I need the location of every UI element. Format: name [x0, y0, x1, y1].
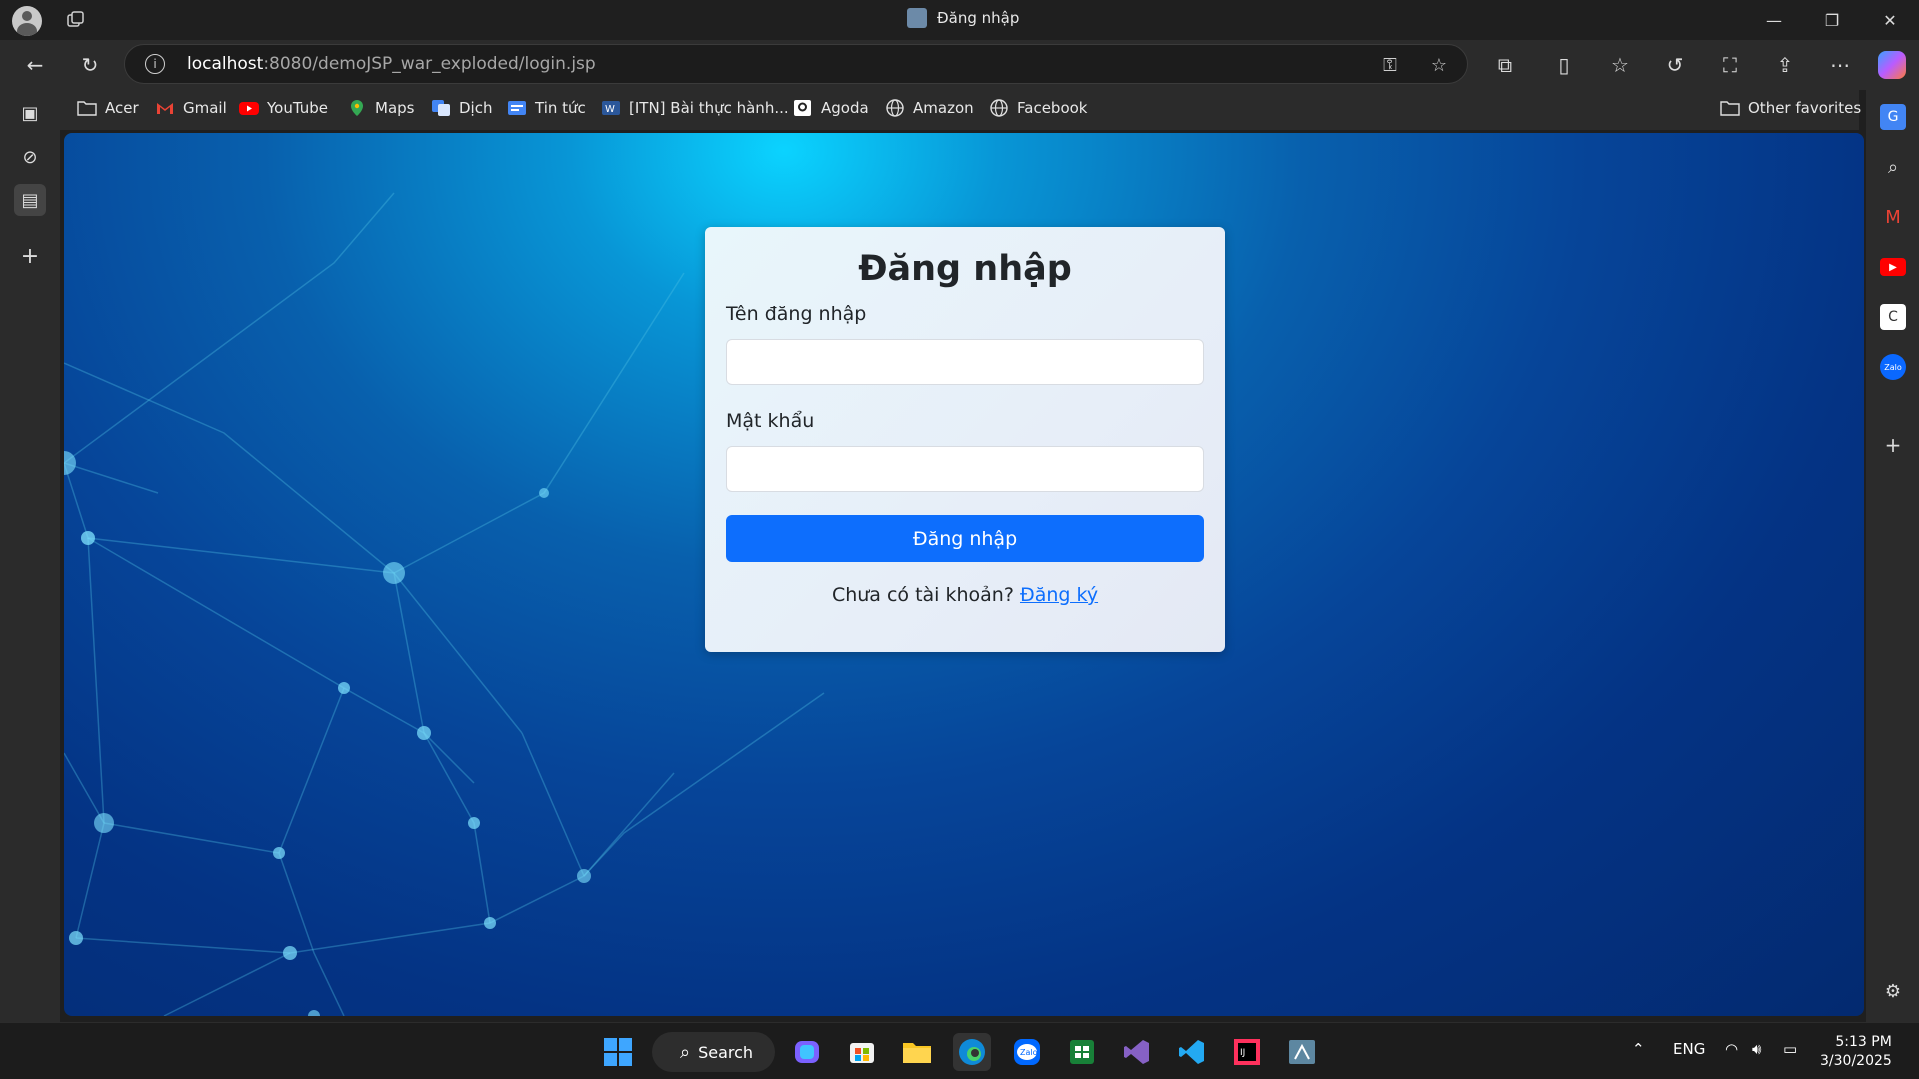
agoda-icon	[794, 100, 811, 116]
word-icon: W	[602, 101, 620, 115]
youtube-icon	[239, 102, 259, 115]
settings-gear-icon[interactable]: ⚙	[1880, 978, 1906, 1004]
favorite-news[interactable]: Tin tức	[507, 99, 586, 117]
folder-icon	[1720, 101, 1740, 116]
favorite-itn-practice[interactable]: W [ITN] Bài thực hành...	[601, 99, 789, 117]
favorite-maps[interactable]: Maps	[347, 99, 414, 117]
address-bar[interactable]: i localhost:8080/demoJSP_war_exploded/lo…	[124, 44, 1468, 84]
mysql-workbench-icon[interactable]	[1283, 1033, 1321, 1071]
copilot-icon[interactable]	[1878, 51, 1906, 79]
battery-icon[interactable]: ▭	[1783, 1040, 1797, 1058]
new-tab-icon[interactable]: +	[14, 240, 46, 272]
favorite-translate[interactable]: Dịch	[431, 99, 492, 117]
vertical-tab-icon[interactable]: ⊘	[14, 141, 46, 173]
wifi-icon[interactable]: ◠	[1725, 1040, 1738, 1058]
favorites-icon[interactable]: ☆	[1605, 50, 1635, 80]
folder-icon	[77, 101, 97, 116]
tab-title: Đăng nhập	[937, 9, 1020, 27]
volume-icon[interactable]: 🔊︎	[1752, 1040, 1761, 1058]
profile-avatar-icon[interactable]	[12, 6, 42, 36]
other-favorites[interactable]: Other favorites	[1720, 99, 1861, 117]
taskbar: ⌕ Search Zalo IJ ⌃ ENG ◠ 🔊︎ ▭ 5:13 PM 3/…	[0, 1022, 1919, 1079]
active-tab[interactable]: Đăng nhập	[907, 8, 1019, 28]
clock-time: 5:13 PM	[1835, 1034, 1892, 1050]
signup-link[interactable]: Đăng ký	[1020, 584, 1098, 606]
share-icon[interactable]: ⇪	[1770, 50, 1800, 80]
maps-icon	[351, 100, 363, 116]
globe-icon	[886, 99, 904, 117]
favorites-bar: Acer Gmail YouTube Maps Dịch Tin tức W […	[60, 90, 1861, 130]
favorite-youtube[interactable]: YouTube	[239, 99, 328, 117]
favorite-agoda[interactable]: Agoda	[793, 99, 869, 117]
favorite-amazon[interactable]: Amazon	[885, 99, 974, 117]
favorite-gmail[interactable]: Gmail	[155, 99, 227, 117]
add-sidebar-app-icon[interactable]: +	[1880, 432, 1906, 458]
username-label: Tên đăng nhập	[726, 303, 867, 325]
url-text[interactable]: localhost:8080/demoJSP_war_exploded/logi…	[187, 54, 596, 74]
restore-button[interactable]: ❐	[1803, 0, 1861, 40]
system-clock[interactable]: 5:13 PM 3/30/2025	[1820, 1033, 1892, 1071]
tab-favicon-icon	[907, 8, 927, 28]
signup-prompt: Chưa có tài khoản? Đăng ký	[705, 584, 1225, 606]
language-indicator[interactable]: ENG	[1673, 1040, 1705, 1058]
extensions-icon[interactable]: ⧉	[1490, 50, 1520, 80]
news-icon	[508, 101, 526, 115]
password-input[interactable]	[726, 446, 1204, 492]
refresh-icon[interactable]: ↻	[75, 50, 105, 80]
favorite-facebook[interactable]: Facebook	[989, 99, 1087, 117]
title-bar: Đăng nhập — ❐ ✕	[0, 0, 1919, 40]
tab-actions-icon[interactable]: ▣	[14, 97, 46, 129]
show-hidden-icons-icon[interactable]: ⌃	[1632, 1040, 1645, 1058]
password-key-icon[interactable]: ⚿	[1378, 53, 1402, 77]
navigation-bar: ← ↻ i localhost:8080/demoJSP_war_explode…	[0, 40, 1919, 90]
login-submit-button[interactable]: Đăng nhập	[726, 515, 1204, 562]
login-title: Đăng nhập	[858, 249, 1072, 289]
translate-icon[interactable]: G	[1880, 104, 1906, 130]
taskbar-search-label: Search	[698, 1042, 754, 1062]
workspaces-icon[interactable]	[66, 10, 86, 30]
zalo-app-icon[interactable]: Zalo	[1008, 1033, 1046, 1071]
gmail-icon[interactable]: M	[1880, 204, 1906, 230]
globe-icon	[990, 99, 1008, 117]
history-icon[interactable]: ↺	[1660, 50, 1690, 80]
username-input[interactable]	[726, 339, 1204, 385]
google-sheets-icon[interactable]	[1063, 1033, 1101, 1071]
active-tab-icon[interactable]: ▤	[14, 184, 46, 216]
svg-text:IJ: IJ	[1240, 1048, 1245, 1058]
back-icon[interactable]: ←	[20, 50, 50, 80]
favorite-acer[interactable]: Acer	[77, 99, 139, 117]
svg-text:W: W	[605, 104, 615, 115]
svg-text:Zalo: Zalo	[1020, 1048, 1038, 1057]
close-button[interactable]: ✕	[1861, 0, 1919, 40]
file-explorer-icon[interactable]	[898, 1033, 936, 1071]
search-icon[interactable]: ⌕	[1880, 154, 1906, 180]
cmd-icon[interactable]: C	[1880, 304, 1906, 330]
gmail-icon	[157, 103, 173, 114]
taskbar-search[interactable]: ⌕ Search	[652, 1032, 775, 1072]
login-card: Đăng nhập Tên đăng nhập Mật khẩu Đăng nh…	[705, 227, 1225, 652]
zalo-icon[interactable]: Zalo	[1880, 354, 1906, 380]
signup-question: Chưa có tài khoản?	[831, 584, 1014, 606]
microsoft-store-icon[interactable]	[843, 1033, 881, 1071]
translate-icon	[432, 100, 450, 116]
split-screen-icon[interactable]: ▯	[1549, 50, 1579, 80]
windows-start-icon[interactable]	[599, 1033, 637, 1071]
minimize-button[interactable]: —	[1745, 0, 1803, 40]
password-label: Mật khẩu	[726, 410, 815, 432]
screenshot-icon[interactable]: ⛶	[1715, 50, 1745, 80]
visual-studio-icon[interactable]	[1118, 1033, 1156, 1071]
edge-browser-icon[interactable]	[953, 1033, 991, 1071]
copilot-app-icon[interactable]	[788, 1033, 826, 1071]
youtube-icon[interactable]: ▶	[1880, 258, 1906, 276]
site-info-icon[interactable]: i	[145, 54, 165, 74]
more-options-icon[interactable]: ⋯	[1825, 50, 1855, 80]
page-viewport: Đăng nhập Tên đăng nhập Mật khẩu Đăng nh…	[64, 133, 1864, 1016]
clock-date: 3/30/2025	[1820, 1053, 1892, 1069]
right-sidebar: G ⌕ M ▶ C Zalo + ⚙	[1866, 90, 1919, 1022]
search-icon: ⌕	[680, 1041, 691, 1063]
favorite-star-icon[interactable]: ☆	[1427, 53, 1451, 77]
vscode-icon[interactable]	[1173, 1033, 1211, 1071]
left-sidebar: ▣ ⊘ ▤ +	[0, 90, 60, 1022]
intellij-icon[interactable]: IJ	[1228, 1033, 1266, 1071]
